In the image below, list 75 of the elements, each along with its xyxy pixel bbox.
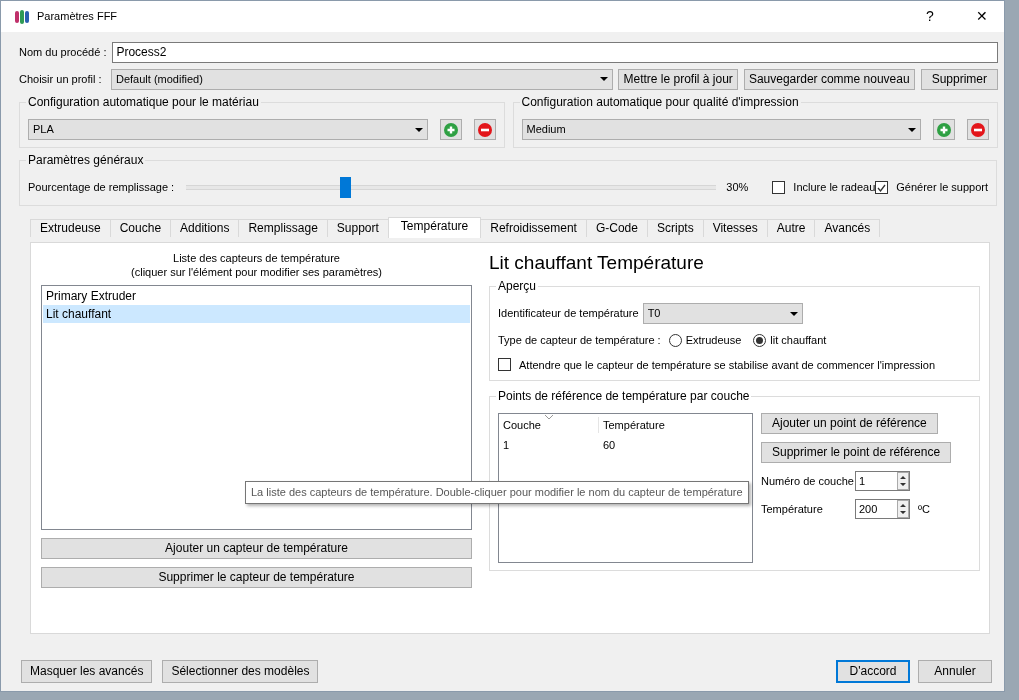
add-button[interactable] [933, 119, 955, 140]
process-name-field[interactable]: Process2 [112, 41, 998, 63]
tooltip: La liste des capteurs de température. Double-cliquer pour modifier le nom du capteur de température [245, 481, 749, 504]
caret-icon [414, 127, 423, 132]
checkbox[interactable] [875, 181, 889, 194]
radio-button[interactable] [668, 333, 682, 347]
tab[interactable]: Extrudeuse [30, 219, 111, 237]
plus-icon [443, 122, 458, 137]
check-icon [877, 183, 887, 192]
slider-value: 30% [726, 180, 749, 196]
window-title: Paramètres FFF [37, 9, 119, 25]
checkbox-label: Inclure le radeau [793, 180, 876, 196]
group-title: Aperçu [497, 279, 538, 293]
tab[interactable]: Scripts [646, 219, 704, 237]
field-label: Température [761, 501, 824, 517]
list-title: Liste des capteurs de température [172, 251, 341, 265]
table-cell-text: 1 [502, 437, 511, 453]
plus-icon [937, 122, 951, 137]
dropdown[interactable]: Medium [521, 119, 921, 140]
list-hint: (cliquer sur l'élément pour modifier ses paramètres) [130, 265, 383, 279]
group-title: Paramètres généraux [27, 153, 145, 167]
app-logo-icon [15, 8, 29, 25]
dropdown[interactable]: PLA [28, 119, 428, 140]
sensor-button[interactable]: Supprimer le capteur de température [41, 567, 472, 588]
caret-icon [600, 77, 609, 81]
table-cell-text: 60 [602, 437, 616, 453]
minus-icon [971, 122, 985, 137]
column-header[interactable]: Couche [499, 416, 599, 434]
minus-icon [477, 122, 492, 137]
point-button[interactable]: Ajouter un point de référence [761, 413, 938, 434]
radio-label: Extrudeuse [685, 333, 742, 348]
dropdown[interactable]: T0 [642, 303, 803, 324]
slider-thumb[interactable] [340, 177, 352, 198]
unit-label: ºC [918, 501, 930, 517]
help-button[interactable]: ? [908, 1, 952, 32]
list-item[interactable]: Primary Extruder [43, 287, 470, 305]
close-button[interactable]: ✕ [960, 1, 1004, 32]
footer-button[interactable]: D'accord [836, 660, 910, 683]
add-button[interactable] [439, 119, 462, 140]
sensor-button[interactable]: Ajouter un capteur de température [41, 538, 472, 559]
field-label: Numéro de couche [761, 473, 855, 489]
profile-button[interactable]: Mettre le profil à jour [618, 68, 738, 90]
checkbox-label: Générer le support [896, 180, 988, 196]
column-header[interactable]: Température [599, 416, 665, 434]
footer-button[interactable]: Masquer les avancés [21, 660, 153, 683]
checkbox[interactable] [772, 181, 786, 194]
profile-button[interactable]: Supprimer [920, 68, 998, 90]
field-label: Identificateur de température [498, 306, 639, 322]
field-label: Type de capteur de température : [498, 333, 661, 348]
caret-icon [908, 127, 916, 132]
footer-button[interactable]: Sélectionner des modèles [162, 660, 319, 683]
caret-icon [789, 311, 798, 316]
radio-label: lit chauffant [770, 333, 827, 348]
tab[interactable]: Remplissage [238, 219, 328, 237]
tab[interactable]: Température [387, 217, 482, 238]
sort-indicator-icon [545, 415, 553, 419]
list-item[interactable]: Lit chauffant [43, 305, 470, 323]
tab[interactable]: Avancés [814, 219, 881, 237]
group-title: Configuration automatique pour le matériau [27, 95, 260, 109]
field-label: Nom du procédé : [19, 44, 107, 60]
profile-button[interactable]: Sauvegarder comme nouveau [743, 68, 915, 90]
point-button[interactable]: Supprimer le point de référence [761, 442, 952, 463]
tab[interactable]: Support [326, 219, 389, 237]
profile-dropdown[interactable]: Default (modified) [111, 68, 614, 90]
field-label: Choisir un profil : [19, 71, 103, 87]
section-heading: Lit chauffant Température [489, 251, 705, 275]
radio-button[interactable] [753, 333, 767, 347]
footer-button[interactable]: Annuler [918, 660, 992, 683]
checkbox[interactable] [498, 358, 511, 372]
field-label: Pourcentage de remplissage : [28, 180, 175, 196]
remove-button[interactable] [473, 119, 496, 140]
checkbox-label: Attendre que le capteur de température se stabilise avant de commencer l'impression [519, 357, 936, 373]
group-title: Configuration automatique pour qualité d'impression [520, 95, 800, 109]
group-title: Points de référence de température par couche [497, 389, 751, 403]
remove-button[interactable] [967, 119, 989, 140]
